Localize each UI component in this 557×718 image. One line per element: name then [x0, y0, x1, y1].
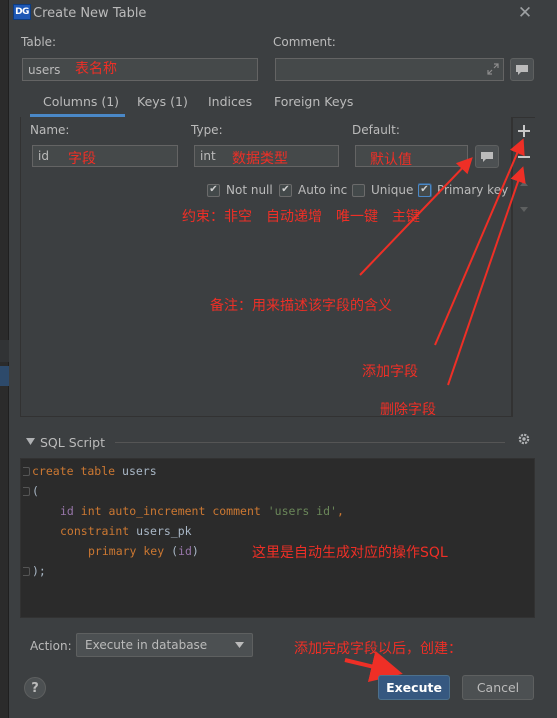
fold-marker-icon: [23, 567, 30, 576]
sql-script-header[interactable]: SQL Script: [20, 433, 535, 451]
settings-gear-icon[interactable]: [517, 432, 531, 446]
execute-annotation: 添加完成字段以后，创建：: [294, 641, 462, 657]
help-button[interactable]: ?: [24, 677, 46, 699]
sql-line-5: primary key (id): [88, 544, 199, 558]
action-select[interactable]: Execute in database: [76, 633, 253, 657]
cancel-button[interactable]: Cancel: [462, 675, 534, 700]
execute-button[interactable]: Execute: [378, 675, 450, 700]
action-select-value: Execute in database: [85, 638, 208, 652]
fold-marker-icon: [23, 467, 30, 476]
sql-line-6: );: [32, 564, 46, 578]
action-label: Action:: [30, 639, 72, 653]
section-divider: [115, 442, 505, 443]
sql-line-1: create table users: [32, 464, 157, 478]
fold-marker-icon: [23, 487, 30, 496]
dropdown-arrow-icon: [235, 642, 244, 648]
collapse-chevron-icon[interactable]: [26, 438, 35, 445]
sql-line-3: id int auto_increment comment 'users id'…: [60, 504, 344, 518]
sql-script-title: SQL Script: [40, 435, 105, 450]
sql-line-4: constraint users_pk: [60, 524, 192, 538]
sql-editor[interactable]: create table users ( id int auto_increme…: [20, 458, 535, 618]
sql-annotation: 这里是自动生成对应的操作SQL: [252, 545, 448, 561]
sql-line-2: (: [32, 484, 39, 498]
